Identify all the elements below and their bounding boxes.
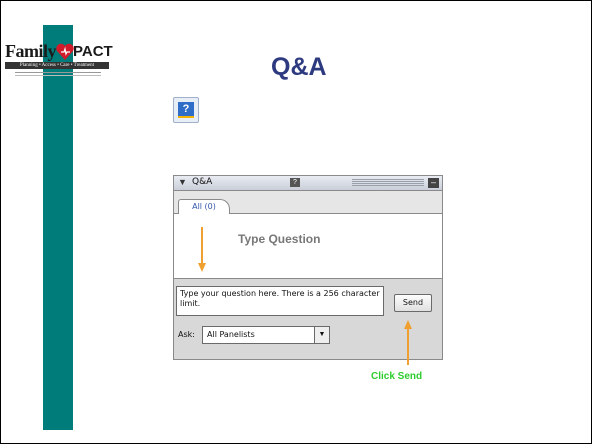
up-arrow-icon — [404, 320, 412, 365]
page-title: Q&A — [271, 53, 327, 81]
logo-word: Family — [5, 41, 57, 61]
qa-tabbar: All (0) — [174, 191, 442, 214]
ask-recipient-select[interactable]: All Panelists ▼ — [202, 326, 330, 344]
ask-selected-value: All Panelists — [207, 330, 255, 339]
slide-frame: Family PACT Planning • Access • Care • T… — [0, 0, 592, 444]
chevron-down-icon[interactable]: ▼ — [314, 327, 329, 343]
drag-handle[interactable] — [352, 179, 424, 187]
logo-tagline: Planning • Access • Care • Treatment — [5, 62, 109, 69]
question-input[interactable]: Type your question here. There is a 256 … — [176, 286, 384, 316]
logo-brand: PACT — [73, 43, 113, 60]
question-compose-area: Type your question here. There is a 256 … — [174, 280, 442, 359]
tab-all[interactable]: All (0) — [178, 199, 230, 214]
heart-icon — [56, 43, 74, 60]
type-question-annotation: Type Question — [238, 232, 321, 246]
help-button[interactable]: ? — [173, 97, 199, 123]
minimize-icon[interactable]: – — [428, 178, 439, 188]
send-button[interactable]: Send — [394, 294, 432, 312]
logo-fine-print — [15, 72, 101, 76]
collapse-icon[interactable]: ▼ — [178, 177, 187, 187]
panel-help-icon[interactable]: ? — [290, 178, 300, 187]
qa-titlebar: ▼ Q&A ? – — [174, 176, 442, 191]
qa-panel-title: Q&A — [192, 177, 213, 187]
family-pact-logo: Family PACT Planning • Access • Care • T… — [5, 41, 113, 87]
question-icon: ? — [178, 102, 194, 118]
click-send-annotation: Click Send — [371, 371, 423, 382]
down-arrow-icon — [198, 227, 206, 272]
question-list — [174, 214, 442, 279]
ask-label: Ask: — [178, 330, 195, 339]
